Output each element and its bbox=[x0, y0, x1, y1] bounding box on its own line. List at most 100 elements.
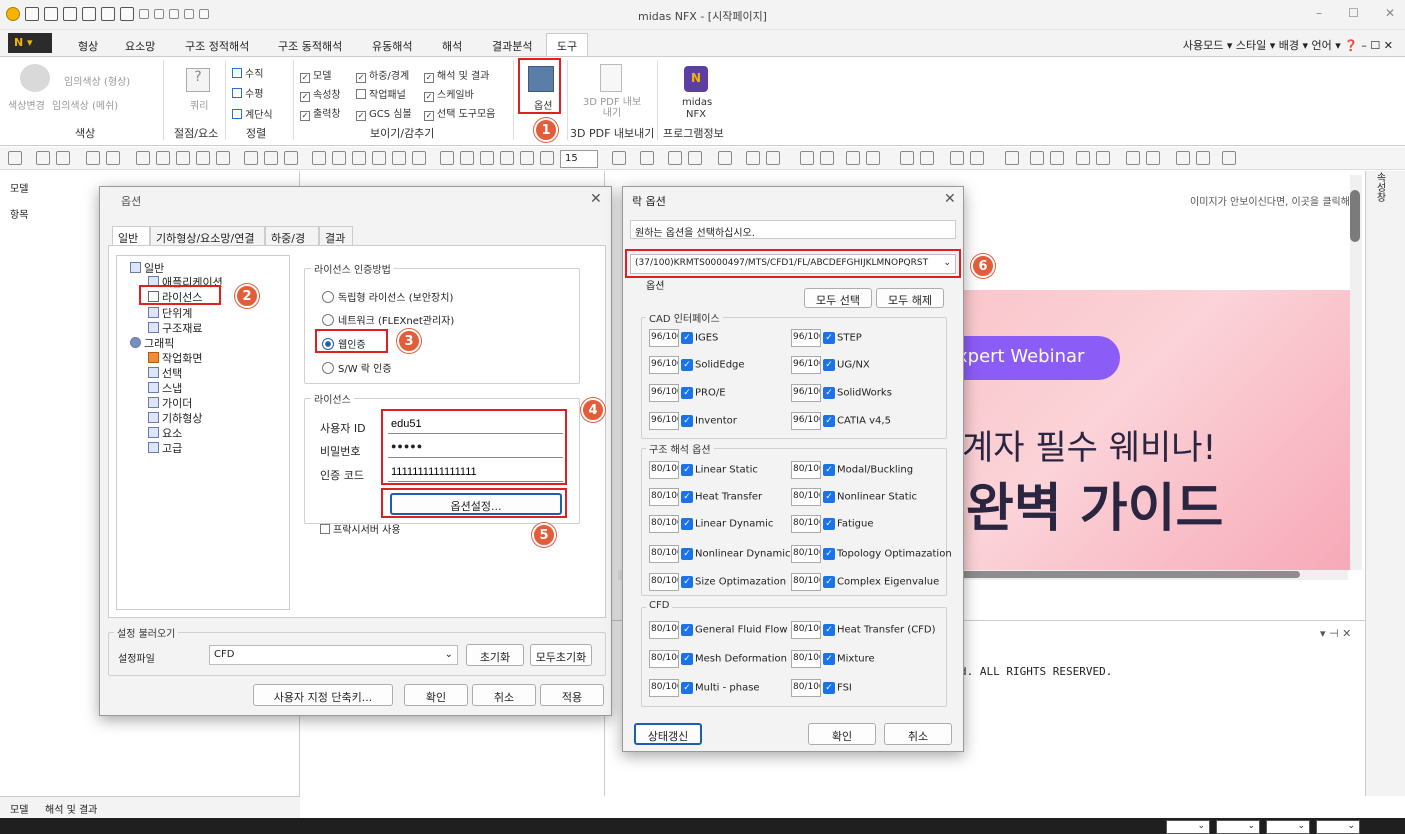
cad-iges[interactable]: 96/100✓IGES bbox=[649, 329, 718, 347]
query-node-icon[interactable] bbox=[1126, 151, 1140, 165]
view-front-icon[interactable] bbox=[244, 151, 258, 165]
cfd-mesh-deformation[interactable]: 80/100✓Mesh Deformation bbox=[649, 650, 787, 668]
label-icon[interactable] bbox=[1076, 151, 1090, 165]
label2-icon[interactable] bbox=[1096, 151, 1110, 165]
radio-sw-lock[interactable]: S/W 락 인증 bbox=[322, 360, 392, 375]
cad-proe[interactable]: 96/100✓PRO/E bbox=[649, 384, 726, 402]
pan-icon[interactable] bbox=[216, 151, 230, 165]
color-change-icon[interactable] bbox=[20, 64, 50, 92]
options-cancel-button[interactable]: 취소 bbox=[472, 684, 536, 706]
tree-element[interactable]: 요소 bbox=[148, 425, 182, 441]
check-output[interactable]: ✓ 출력창 bbox=[300, 105, 341, 121]
arrow-down-icon[interactable] bbox=[500, 151, 514, 165]
view-top-icon[interactable] bbox=[264, 151, 278, 165]
view-iso2-icon[interactable] bbox=[332, 151, 346, 165]
zoom-out-icon[interactable] bbox=[176, 151, 190, 165]
status-dropdown-1[interactable]: ⌄ bbox=[1166, 820, 1210, 834]
view-side-icon[interactable] bbox=[284, 151, 298, 165]
hash2-icon[interactable] bbox=[970, 151, 984, 165]
toolbar-icon[interactable] bbox=[8, 151, 22, 165]
display-icon[interactable] bbox=[668, 151, 682, 165]
coord-icon[interactable] bbox=[846, 151, 860, 165]
table-icon[interactable] bbox=[900, 151, 914, 165]
tab-geometry-mesh[interactable]: 기하형상/요소망/연결 bbox=[150, 226, 265, 246]
cfd-fsi[interactable]: 80/100✓FSI bbox=[791, 679, 852, 697]
pdf-icon[interactable] bbox=[600, 64, 622, 92]
check-selection-toolbar[interactable]: ✓ 선택 도구모음 bbox=[424, 105, 495, 121]
tree-geometry[interactable]: 기하형상 bbox=[148, 410, 202, 426]
tree-advanced[interactable]: 고급 bbox=[148, 440, 182, 456]
menu-geometry[interactable]: 형상 bbox=[78, 38, 98, 54]
radio-network[interactable]: 네트워크 (FLEXnet관리자) bbox=[322, 312, 454, 327]
status-dropdown-2[interactable]: ⌄ bbox=[1216, 820, 1260, 834]
view-iso5-icon[interactable] bbox=[392, 151, 406, 165]
cad-inventor[interactable]: 96/100✓Inventor bbox=[649, 412, 737, 430]
display2-icon[interactable] bbox=[688, 151, 702, 165]
menu-static[interactable]: 구조 정적해석 bbox=[185, 38, 249, 54]
struct-nonlinear-static[interactable]: 80/100✓Nonlinear Static bbox=[791, 488, 917, 506]
unlock-icon[interactable] bbox=[56, 151, 70, 165]
cfd-general-fluid-flow[interactable]: 80/100✓General Fluid Flow bbox=[649, 621, 788, 639]
model-panel-item[interactable]: 항목 bbox=[10, 206, 28, 221]
proxy-checkbox[interactable]: 프락시서버 사용 bbox=[320, 521, 401, 536]
arrow-ne-icon[interactable] bbox=[540, 151, 554, 165]
arrow-right-icon[interactable] bbox=[460, 151, 474, 165]
check-load-bc[interactable]: ✓ 하중/경계 bbox=[356, 67, 409, 83]
layer-icon[interactable] bbox=[746, 151, 760, 165]
pdf-export-button[interactable]: 3D PDF 내보내기 bbox=[582, 97, 642, 119]
cad-solidedge[interactable]: 96/100✓SolidEdge bbox=[649, 356, 745, 374]
check-gcs-symbol[interactable]: ✓ GCS 심볼 bbox=[356, 105, 412, 121]
cad-ugnx[interactable]: 96/100✓UG/NX bbox=[791, 356, 870, 374]
align-horizontal-button[interactable]: 수평 bbox=[232, 85, 263, 100]
minimize-button[interactable]: – bbox=[1316, 6, 1322, 20]
table2-icon[interactable] bbox=[920, 151, 934, 165]
menu-results[interactable]: 결과분석 bbox=[492, 38, 532, 54]
check-scale-bar[interactable]: ✓ 스케일바 bbox=[424, 86, 474, 102]
menu-cfd[interactable]: 유동해석 bbox=[372, 38, 412, 54]
cad-catia[interactable]: 96/100✓CATIA v4,5 bbox=[791, 412, 891, 430]
tree-structural-material[interactable]: 구조재료 bbox=[148, 320, 202, 336]
cad-step[interactable]: 96/100✓STEP bbox=[791, 329, 862, 347]
measure2-icon[interactable] bbox=[1196, 151, 1210, 165]
zoom-in-icon[interactable] bbox=[156, 151, 170, 165]
check-work-panel[interactable]: 작업패널 bbox=[356, 86, 406, 101]
random-color-mesh-button[interactable]: 임의색상 (메쉬) bbox=[52, 97, 118, 112]
render-icon[interactable] bbox=[640, 151, 654, 165]
more-icon[interactable] bbox=[1222, 151, 1236, 165]
options-ok-button[interactable]: 확인 bbox=[404, 684, 468, 706]
vertical-scroll-thumb[interactable] bbox=[1350, 190, 1360, 242]
menu-mesh[interactable]: 요소망 bbox=[125, 38, 155, 54]
start-page-link[interactable]: 이미지가 안보이신다면, 이곳을 클릭해 bbox=[1190, 193, 1350, 208]
tab-general[interactable]: 일반 bbox=[112, 226, 150, 247]
options-apply-button[interactable]: 적용 bbox=[540, 684, 604, 706]
tree-workspace[interactable]: 작업화면 bbox=[148, 350, 202, 366]
rotate-icon[interactable] bbox=[196, 151, 210, 165]
lock-dialog-close-icon[interactable]: ✕ bbox=[944, 191, 956, 207]
struct-size-optimization[interactable]: 80/100✓Size Optimazation bbox=[649, 573, 786, 591]
struct-complex-eigenvalue[interactable]: 80/100✓Complex Eigenvalue bbox=[791, 573, 939, 591]
align-vertical-button[interactable]: 수직 bbox=[232, 65, 263, 80]
cfd-heat-transfer[interactable]: 80/100✓Heat Transfer (CFD) bbox=[791, 621, 936, 639]
align-cascade-button[interactable]: 계단식 bbox=[232, 106, 273, 121]
check-analysis-results[interactable]: ✓ 해석 및 결과 bbox=[424, 67, 489, 83]
about-nfx-label[interactable]: NFX bbox=[686, 109, 706, 120]
zoom-fit-icon[interactable] bbox=[136, 151, 150, 165]
tab-model[interactable]: 모델 bbox=[10, 801, 28, 816]
struct-linear-dynamic[interactable]: 80/100✓Linear Dynamic bbox=[649, 515, 773, 533]
shade-icon[interactable] bbox=[612, 151, 626, 165]
view-iso4-icon[interactable] bbox=[372, 151, 386, 165]
right-menu[interactable]: 사용모드 ▾ 스타일 ▾ 배경 ▾ 언어 ▾ ❓ – ☐ ✕ bbox=[1183, 37, 1393, 53]
query-label[interactable]: 쿼리 bbox=[190, 97, 208, 112]
custom-shortcut-button[interactable]: 사용자 지정 단축키... bbox=[253, 684, 393, 706]
status-dropdown-3[interactable]: ⌄ bbox=[1266, 820, 1310, 834]
maximize-button[interactable]: ☐ bbox=[1348, 6, 1359, 20]
tree-snap[interactable]: 스냅 bbox=[148, 380, 182, 396]
random-color-geometry-button[interactable]: 임의색상 (형상) bbox=[64, 73, 130, 88]
menu-analysis[interactable]: 해석 bbox=[442, 38, 462, 54]
hash-icon[interactable] bbox=[950, 151, 964, 165]
rotation-step-select[interactable]: 15 bbox=[560, 150, 598, 168]
axis-icon[interactable] bbox=[820, 151, 834, 165]
cfd-mixture[interactable]: 80/100✓Mixture bbox=[791, 650, 875, 668]
tree-guider[interactable]: 가이더 bbox=[148, 395, 192, 411]
output-pane-controls[interactable]: ▾ ⊣ ✕ bbox=[1320, 627, 1351, 640]
